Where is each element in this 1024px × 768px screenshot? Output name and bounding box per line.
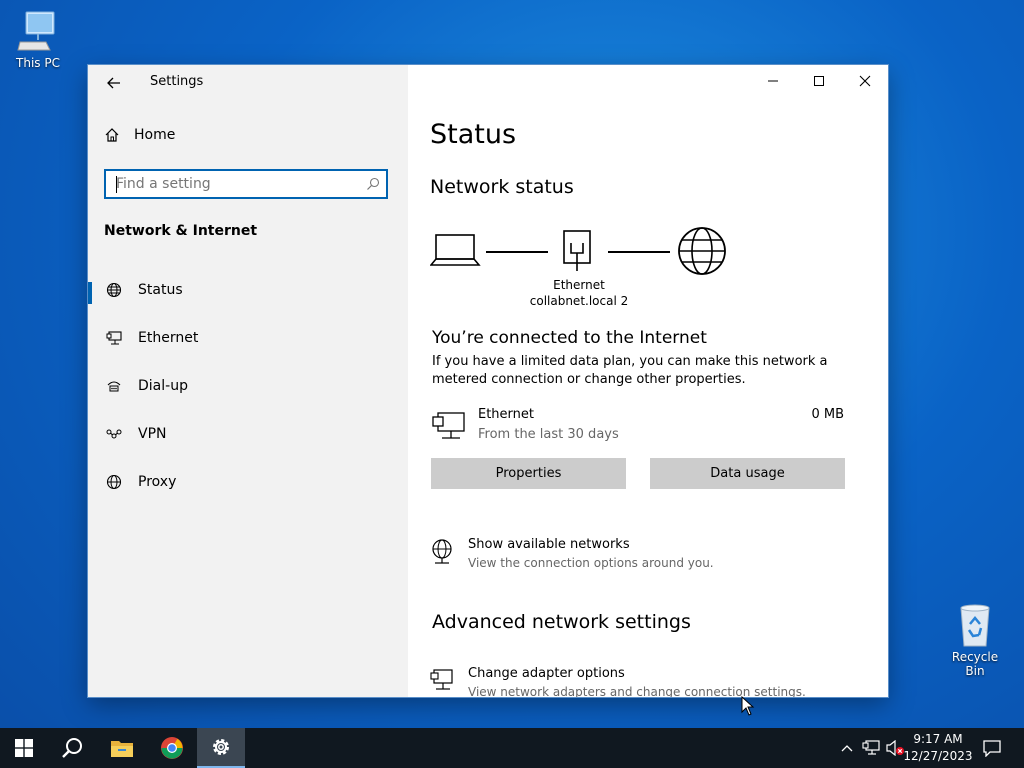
section-title: Network & Internet: [104, 223, 258, 239]
taskbar-clock[interactable]: 9:17 AM 12/27/2023: [902, 731, 974, 765]
internet-globe-icon: [678, 227, 726, 275]
connection-line: [486, 251, 548, 253]
globe-icon: [106, 282, 122, 298]
connection-subtitle: From the last 30 days: [478, 427, 619, 442]
file-explorer-taskbar-button[interactable]: [98, 728, 146, 768]
search-input[interactable]: [106, 171, 366, 197]
back-arrow-icon: [107, 77, 120, 89]
maximize-button[interactable]: [796, 65, 842, 97]
ethernet-adapter-icon: [563, 230, 591, 271]
show-networks-title: Show available networks: [468, 537, 630, 552]
close-icon: [859, 75, 871, 87]
windows-logo-icon: [15, 739, 33, 757]
search-taskbar-button[interactable]: [48, 728, 96, 768]
home-icon: [105, 128, 119, 142]
connection-line: [608, 251, 670, 253]
show-networks-subtitle: View the connection options around you.: [468, 556, 714, 570]
network-tray-icon[interactable]: [860, 728, 882, 768]
network-name-label: collabnet.local 2: [529, 294, 629, 308]
network-status-heading: Network status: [430, 176, 574, 198]
folder-icon: [111, 741, 133, 757]
sidebar-item-ethernet[interactable]: Ethernet: [88, 318, 408, 358]
sidebar-item-label: Dial-up: [138, 378, 188, 394]
vpn-icon: [106, 429, 122, 439]
advanced-settings-heading: Advanced network settings: [432, 611, 691, 633]
text-caret: [116, 176, 117, 193]
home-label: Home: [134, 127, 176, 143]
desktop-icon-label: This PC: [16, 56, 60, 70]
change-adapter-options-link[interactable]: Change adapter options View network adap…: [430, 666, 870, 697]
sidebar-item-label: Status: [138, 282, 183, 298]
gear-icon: [213, 739, 229, 755]
chevron-up-icon: [841, 745, 853, 752]
laptop-icon: [430, 234, 481, 266]
app-title: Settings: [150, 74, 204, 89]
computer-icon: [17, 11, 55, 51]
notification-icon: [983, 740, 1001, 757]
globe-icon: [106, 474, 122, 490]
show-available-networks-link[interactable]: Show available networks View the connect…: [430, 537, 870, 577]
search-icon[interactable]: [366, 177, 380, 191]
sidebar-item-label: VPN: [138, 426, 167, 442]
minimize-button[interactable]: [750, 65, 796, 97]
sidebar-item-status[interactable]: Status: [88, 270, 408, 310]
connected-status-text: You’re connected to the Internet: [432, 328, 707, 348]
taskbar: 9:17 AM 12/27/2023: [0, 728, 1024, 768]
ethernet-icon: [432, 412, 465, 439]
change-adapter-subtitle: View network adapters and change connect…: [468, 685, 806, 697]
adapter-icon: [430, 669, 453, 690]
sidebar: Settings Home Network & Internet: [88, 65, 408, 697]
settings-taskbar-button[interactable]: [197, 728, 245, 768]
desktop-icon-recycle-bin[interactable]: Recycle Bin: [942, 602, 1008, 678]
close-button[interactable]: [842, 65, 888, 97]
network-globe-icon: [432, 539, 452, 564]
properties-button[interactable]: Properties: [431, 458, 626, 489]
sidebar-item-vpn[interactable]: VPN: [88, 414, 408, 454]
connection-name: Ethernet: [478, 407, 534, 422]
metered-description: If you have a limited data plan, you can…: [432, 354, 828, 387]
chrome-taskbar-button[interactable]: [148, 728, 196, 768]
clock-date: 12/27/2023: [903, 749, 973, 763]
mouse-cursor-icon: [741, 696, 755, 716]
desktop-icon-this-pc[interactable]: This PC: [6, 8, 70, 70]
network-icon: [862, 740, 880, 755]
back-button[interactable]: [102, 71, 126, 95]
action-center-button[interactable]: [980, 728, 1004, 768]
sidebar-item-dialup[interactable]: Dial-up: [88, 366, 408, 406]
home-nav-item[interactable]: Home: [104, 127, 175, 143]
change-adapter-title: Change adapter options: [468, 666, 625, 681]
sidebar-item-label: Proxy: [138, 474, 177, 490]
sidebar-item-proxy[interactable]: Proxy: [88, 462, 408, 502]
dialup-icon: [107, 381, 121, 392]
page-title: Status: [430, 119, 517, 150]
chrome-icon: [161, 737, 183, 759]
connection-usage-row: Ethernet From the last 30 days 0 MB: [432, 407, 844, 447]
settings-window: Settings Home Network & Internet: [88, 65, 888, 697]
desktop-icon-label: Recycle Bin: [951, 650, 999, 678]
clock-time: 9:17 AM: [913, 732, 963, 746]
adapter-label: Ethernet: [553, 278, 605, 292]
title-bar: Settings: [88, 65, 408, 99]
recycle-bin-icon: [960, 604, 990, 647]
sidebar-item-label: Ethernet: [138, 330, 199, 346]
main-content: Status Network status Ethernet collabnet…: [408, 65, 888, 697]
start-button[interactable]: [0, 728, 48, 768]
ethernet-icon: [106, 331, 122, 345]
search-icon: [62, 738, 82, 758]
minimize-icon: [768, 80, 778, 82]
maximize-icon: [814, 76, 824, 86]
search-box[interactable]: [104, 169, 388, 199]
show-hidden-icons-button[interactable]: [838, 728, 856, 768]
data-usage-button[interactable]: Data usage: [650, 458, 845, 489]
data-usage-value: 0 MB: [811, 407, 844, 422]
